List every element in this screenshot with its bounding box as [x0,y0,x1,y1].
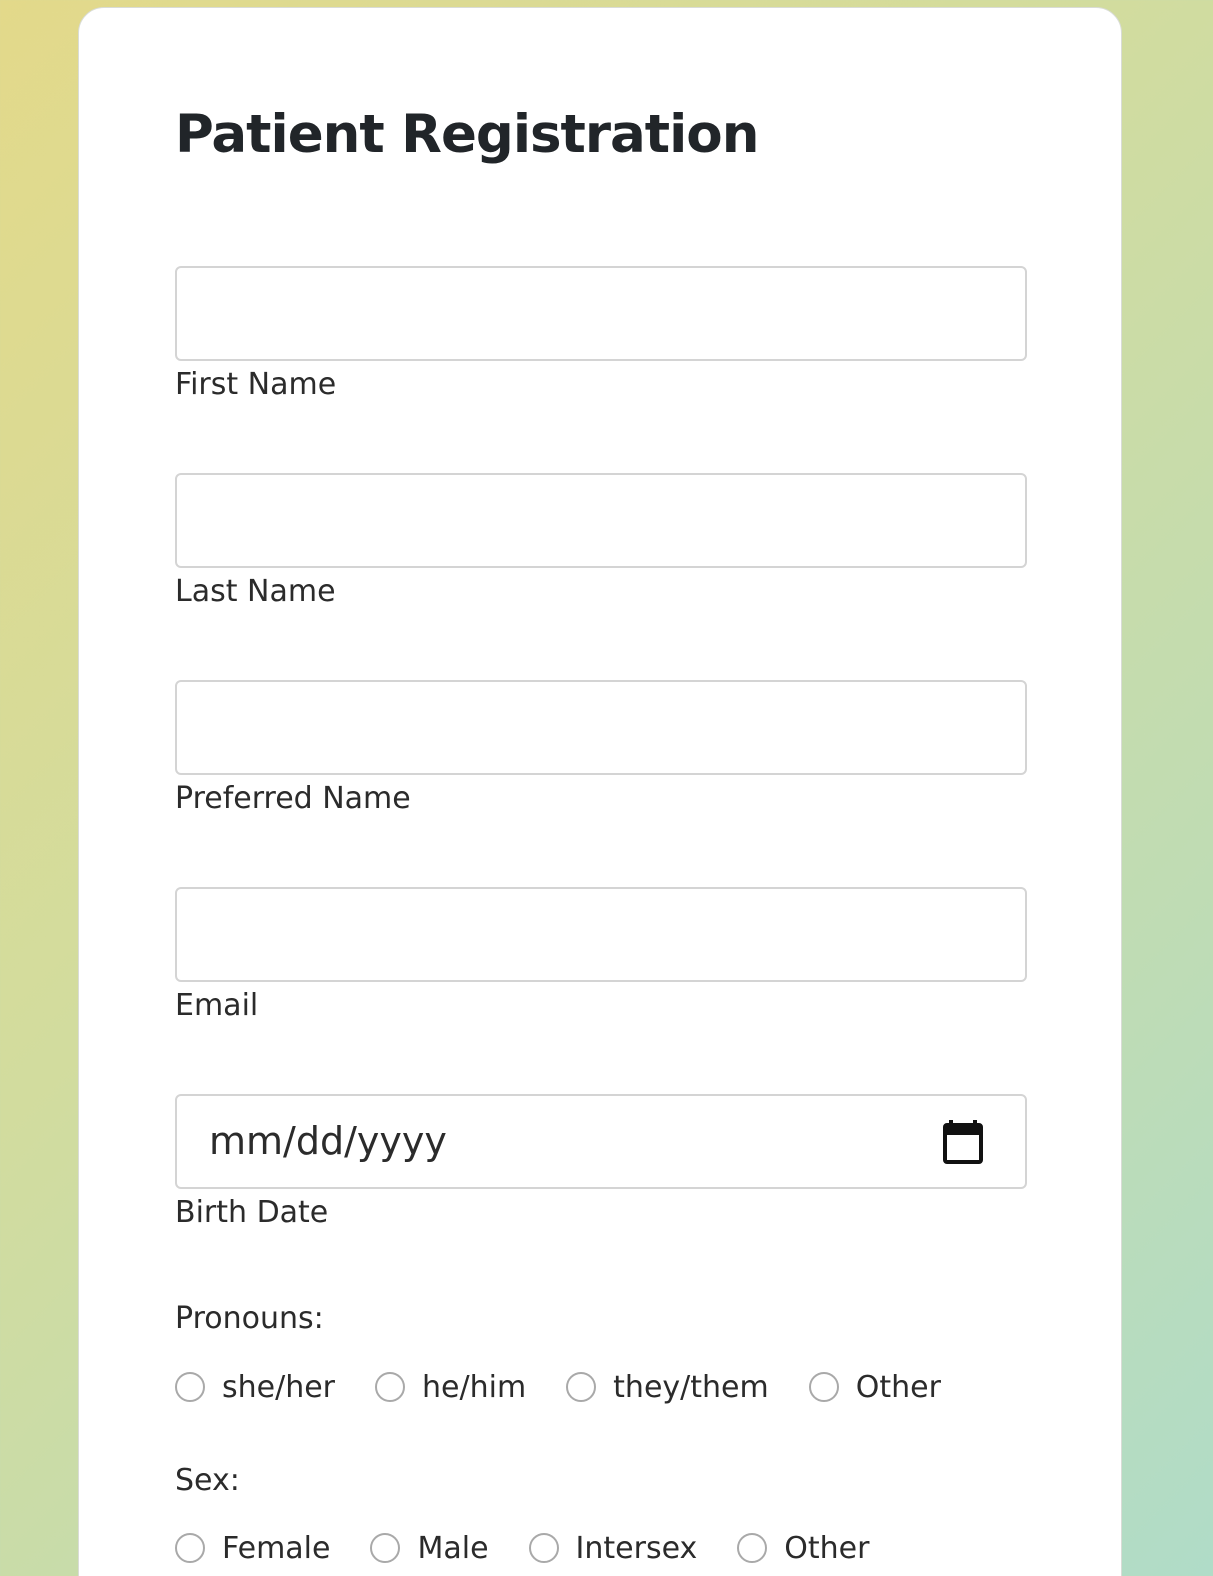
last-name-label: Last Name [175,574,336,609]
birth-date-placeholder: mm/dd/yyyy [209,1119,447,1163]
preferred-name-label: Preferred Name [175,781,411,816]
radio-button[interactable] [566,1372,597,1402]
first-name-input-box[interactable] [175,266,1027,361]
radio-label: he/him [422,1369,527,1405]
last-name-input-box[interactable] [175,473,1027,568]
radio-button[interactable] [370,1533,401,1563]
first-name-field: First Name [175,266,1027,405]
radio-label: they/them [613,1369,769,1405]
sex-option-male[interactable]: Male [370,1530,489,1566]
sex-option-other[interactable]: Other [737,1531,869,1566]
first-name-label: First Name [175,367,337,402]
radio-button[interactable] [808,1372,839,1402]
email-input[interactable] [177,889,1025,980]
radio-label: she/her [222,1369,336,1405]
email-field: Email [175,887,1027,1026]
radio-button[interactable] [737,1533,768,1563]
registration-card: Patient Registration First Name Last Nam… [78,7,1122,1576]
sex-option-intersex[interactable]: Intersex [528,1530,698,1566]
pronoun-option-he-him[interactable]: he/him [375,1370,526,1405]
calendar-icon[interactable] [943,1120,983,1164]
sex-label: Sex: [175,1463,240,1498]
birth-date-input[interactable]: mm/dd/yyyy [175,1094,1027,1189]
email-label: Email [175,988,259,1023]
radio-label: Other [855,1369,941,1405]
preferred-name-input[interactable] [177,682,1025,773]
email-input-box[interactable] [175,887,1027,982]
sex-option-female[interactable]: Female [175,1531,330,1566]
radio-label: Intersex [575,1530,698,1566]
birth-date-label: Birth Date [175,1195,329,1230]
radio-label: Female [222,1530,331,1566]
pronoun-option-they-them[interactable]: they/them [566,1370,769,1405]
first-name-input[interactable] [177,268,1025,359]
radio-label: Other [784,1530,870,1566]
pronoun-option-other[interactable]: Other [808,1369,941,1405]
birth-date-field: mm/dd/yyyy Birth Date [175,1094,1027,1233]
radio-button[interactable] [175,1372,205,1402]
radio-label: Male [417,1530,489,1566]
radio-button[interactable] [175,1533,205,1563]
preferred-name-input-box[interactable] [175,680,1027,775]
page-title: Patient Registration [175,104,759,165]
pronouns-radio-group: she/her he/him they/them Other [175,1367,941,1407]
sex-radio-group: Female Male Intersex Other [175,1528,869,1568]
last-name-field: Last Name [175,473,1027,612]
pronouns-label: Pronouns: [175,1301,324,1336]
last-name-input[interactable] [177,475,1025,566]
radio-button[interactable] [528,1533,559,1563]
radio-button[interactable] [375,1372,406,1402]
pronoun-option-she-her[interactable]: she/her [175,1370,335,1405]
preferred-name-field: Preferred Name [175,680,1027,819]
